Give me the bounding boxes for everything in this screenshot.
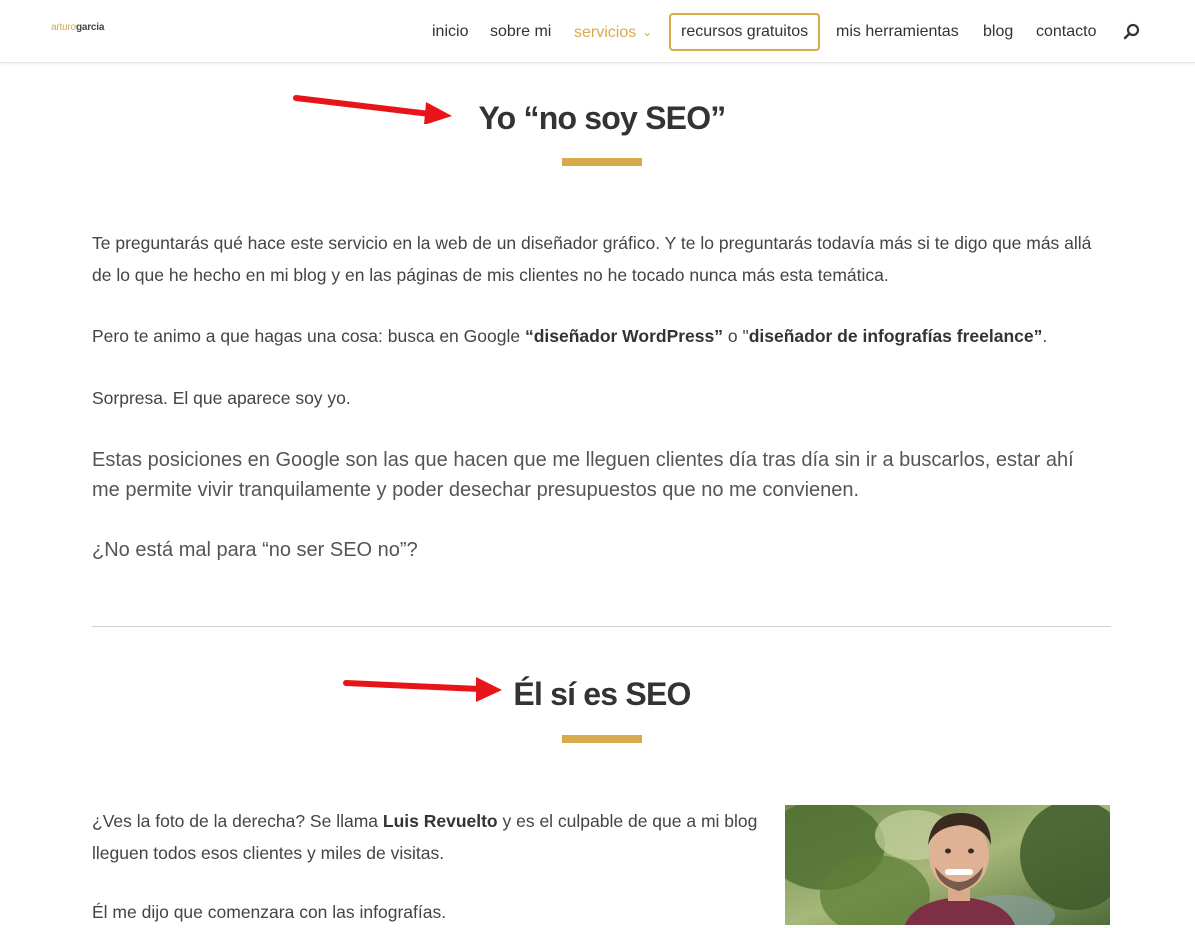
paragraph: Sorpresa. El que aparece soy yo. (92, 388, 351, 408)
site-logo[interactable]: arturogarcia (51, 22, 104, 33)
text-segment: . (1042, 326, 1048, 346)
logo-part-1: arturo (51, 22, 76, 33)
logo-part-2: garcia (75, 22, 105, 33)
nav-mis-herramientas[interactable]: mis herramientas (836, 13, 959, 51)
paragraph: Él me dijo que comenzara con las infogra… (92, 902, 447, 922)
paragraph: ¿No está mal para “no ser SEO no”? (92, 539, 418, 561)
nav-servicios[interactable]: servicios ⌄ (574, 13, 652, 51)
text-segment: Pero te animo a que hagas una cosa: busc… (92, 326, 525, 346)
bold-name: Luis Revuelto (382, 811, 498, 831)
nav-contacto[interactable]: contacto (1036, 13, 1096, 51)
bold-keyword: diseñador de infografías freelance” (748, 326, 1043, 346)
bold-keyword: “diseñador WordPress” (524, 326, 724, 346)
paragraph: ¿Ves la foto de la derecha? Se llama Lui… (92, 805, 772, 869)
nav-inicio[interactable]: inicio (432, 13, 468, 51)
chevron-down-icon: ⌄ (642, 25, 653, 39)
title-underline (562, 735, 642, 743)
title-underline (562, 158, 642, 166)
nav-blog[interactable]: blog (983, 13, 1013, 51)
paragraph: Pero te animo a que hagas una cosa: busc… (92, 320, 1112, 352)
site-header: arturogarcia inicio sobre mi servicios ⌄ … (0, 0, 1195, 63)
section-title-no-soy-seo: Yo “no soy SEO” (478, 100, 726, 136)
nav-sobre-mi[interactable]: sobre mi (490, 13, 551, 51)
search-icon[interactable] (1123, 23, 1141, 41)
nav-recursos-gratuitos[interactable]: recursos gratuitos (669, 13, 821, 51)
text-segment: o " (723, 326, 749, 346)
section-title-el-si-es-seo: Él sí es SEO (513, 676, 691, 712)
text-segment: ¿Ves la foto de la derecha? Se llama (92, 811, 383, 831)
section-divider (92, 626, 1111, 627)
nav-servicios-label: servicios (574, 24, 637, 41)
paragraph: Te preguntarás qué hace este servicio en… (92, 233, 1092, 285)
luis-revuelto-photo (785, 805, 1110, 925)
paragraph: Estas posiciones en Google son las que h… (92, 449, 1074, 501)
